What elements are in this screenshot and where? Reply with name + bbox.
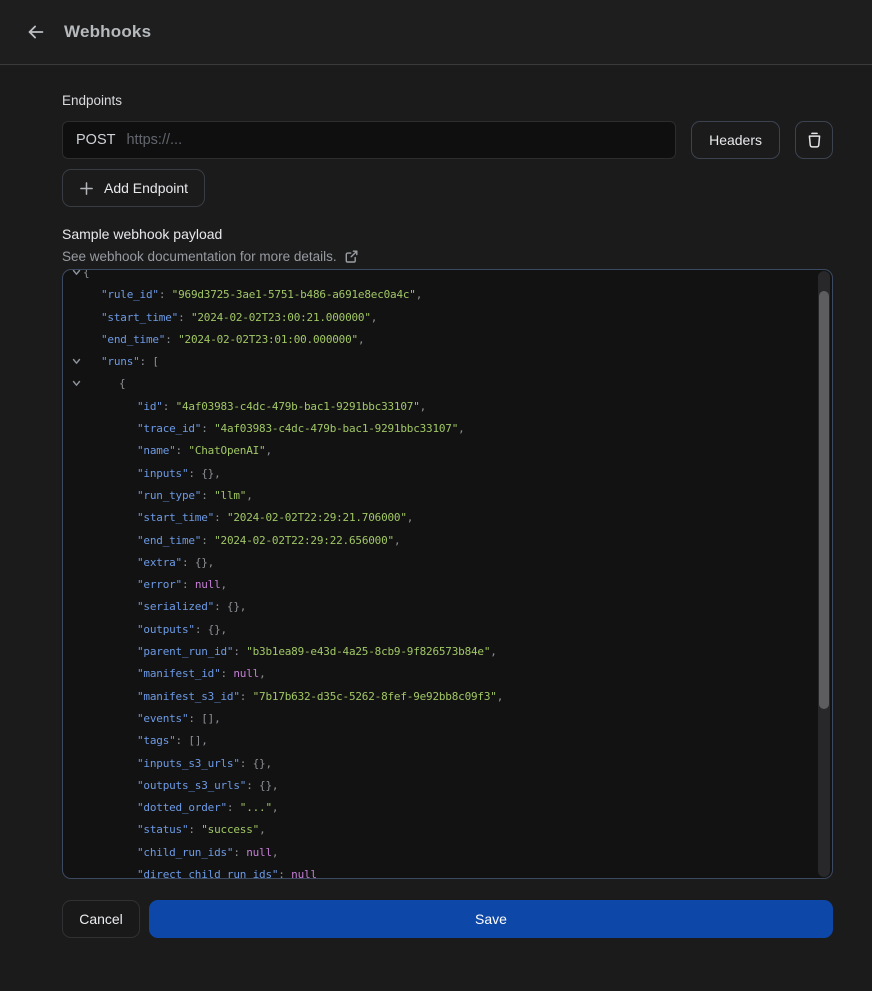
endpoint-row: POST Headers xyxy=(62,121,833,159)
top-bar: Webhooks xyxy=(0,0,872,65)
endpoint-url-input[interactable] xyxy=(126,132,662,148)
code-line: "manifest_s3_id": "7b17b632-d35c-5262-8f… xyxy=(63,686,832,708)
fold-chevron-icon[interactable] xyxy=(71,269,82,278)
external-link-icon xyxy=(344,249,359,264)
http-method-label: POST xyxy=(76,132,115,148)
code-line: "manifest_id": null, xyxy=(63,663,832,685)
fold-chevron-icon[interactable] xyxy=(71,356,82,367)
code-line: "serialized": {}, xyxy=(63,596,832,618)
code-line: "outputs": {}, xyxy=(63,619,832,641)
code-line: "direct_child_run_ids": null xyxy=(63,864,832,879)
webhooks-panel: Endpoints POST Headers Add Endpoint Samp… xyxy=(0,93,872,938)
add-endpoint-label: Add Endpoint xyxy=(104,180,188,196)
plus-icon xyxy=(79,181,94,196)
arrow-left-icon xyxy=(25,21,47,43)
endpoint-url-field[interactable]: POST xyxy=(62,121,676,159)
code-line: "tags": [], xyxy=(63,730,832,752)
code-line: "trace_id": "4af03983-c4dc-479b-bac1-929… xyxy=(63,418,832,440)
code-line: "parent_run_id": "b3b1ea89-e43d-4a25-8cb… xyxy=(63,641,832,663)
code-line: "start_time": "2024-02-02T23:00:21.00000… xyxy=(63,307,832,329)
code-line: "id": "4af03983-c4dc-479b-bac1-9291bbc33… xyxy=(63,396,832,418)
code-line: "name": "ChatOpenAI", xyxy=(63,440,832,462)
code-line: "end_time": "2024-02-02T23:01:00.000000"… xyxy=(63,329,832,351)
delete-endpoint-button[interactable] xyxy=(795,121,833,159)
code-line: "outputs_s3_urls": {}, xyxy=(63,775,832,797)
webhook-docs-link[interactable]: See webhook documentation for more detai… xyxy=(62,249,359,264)
cancel-button[interactable]: Cancel xyxy=(62,900,140,938)
save-button[interactable]: Save xyxy=(149,900,833,938)
headers-button[interactable]: Headers xyxy=(691,121,780,159)
fold-chevron-icon[interactable] xyxy=(71,378,82,389)
code-line: "events": [], xyxy=(63,708,832,730)
code-line: "rule_id": "969d3725-3ae1-5751-b486-a691… xyxy=(63,284,832,306)
endpoints-label: Endpoints xyxy=(62,93,833,108)
back-button[interactable] xyxy=(22,18,50,46)
code-scrollbar-track[interactable] xyxy=(818,271,830,877)
payload-title: Sample webhook payload xyxy=(62,226,833,242)
docs-link-text: See webhook documentation for more detai… xyxy=(62,249,337,264)
code-line: { xyxy=(63,373,832,395)
code-scrollbar-thumb[interactable] xyxy=(819,291,829,709)
footer-actions: Cancel Save xyxy=(62,900,833,938)
code-line: "run_type": "llm", xyxy=(63,485,832,507)
code-line: "status": "success", xyxy=(63,819,832,841)
code-line: { xyxy=(63,269,832,284)
page-title: Webhooks xyxy=(64,22,151,42)
trash-icon xyxy=(806,131,823,149)
code-line: "runs": [ xyxy=(63,351,832,373)
code-line: "dotted_order": "...", xyxy=(63,797,832,819)
code-line: "child_run_ids": null, xyxy=(63,842,832,864)
code-content: {"rule_id": "969d3725-3ae1-5751-b486-a69… xyxy=(63,269,832,879)
code-line: "inputs": {}, xyxy=(63,463,832,485)
code-line: "error": null, xyxy=(63,574,832,596)
add-endpoint-button[interactable]: Add Endpoint xyxy=(62,169,205,207)
code-line: "start_time": "2024-02-02T22:29:21.70600… xyxy=(63,507,832,529)
code-line: "end_time": "2024-02-02T22:29:22.656000"… xyxy=(63,530,832,552)
payload-code-editor[interactable]: {"rule_id": "969d3725-3ae1-5751-b486-a69… xyxy=(62,269,833,879)
code-line: "extra": {}, xyxy=(63,552,832,574)
code-line: "inputs_s3_urls": {}, xyxy=(63,753,832,775)
